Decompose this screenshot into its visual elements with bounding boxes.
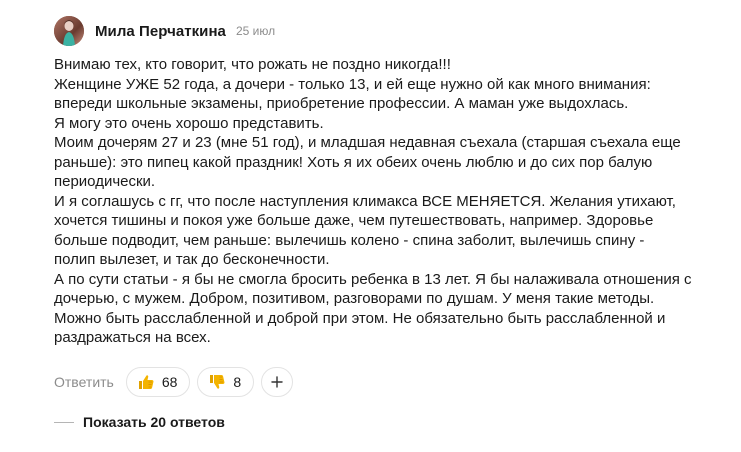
reply-button[interactable]: Ответить bbox=[54, 374, 114, 390]
comment-line: раздражаться на всех. bbox=[54, 329, 211, 346]
comment-line: дочерью, с мужем. Добром, позитивом, раз… bbox=[54, 290, 655, 307]
comment-header: Мила Перчаткина 25 июл bbox=[54, 13, 275, 49]
comment-line: Женщине УЖЕ 52 года, а дочери - только 1… bbox=[54, 75, 651, 93]
like-button[interactable]: 68 bbox=[125, 367, 191, 397]
comment-line: Моим дочерям 27 и 23 (мне 51 год), и мла… bbox=[54, 134, 681, 151]
comment-line: А по сути статьи - я бы не смогла бросит… bbox=[54, 270, 692, 288]
replies-divider-line bbox=[54, 421, 74, 423]
comment-line: Можно быть расслабленной и доброй при эт… bbox=[54, 309, 666, 327]
comment-line: периодически. bbox=[54, 173, 156, 190]
author-name[interactable]: Мила Перчаткина bbox=[95, 23, 226, 40]
like-count: 68 bbox=[161, 374, 178, 390]
comment-line: хочется тишины и покоя уже больше даже, … bbox=[54, 212, 654, 229]
show-replies-button[interactable]: Показать 20 ответов bbox=[54, 411, 225, 433]
thumbs-down-icon bbox=[208, 373, 226, 391]
comment-line: Я могу это очень хорошо представить. bbox=[54, 114, 324, 132]
comment-line: Внимаю тех, кто говорит, что рожать не п… bbox=[54, 56, 451, 73]
comment-date: 25 июл bbox=[235, 24, 276, 38]
add-reaction-button[interactable] bbox=[261, 367, 294, 397]
comment-line: И я соглашусь с гг, что после наступлени… bbox=[54, 192, 676, 210]
dislike-button[interactable]: 8 bbox=[197, 367, 255, 397]
comment-card: Мила Перчаткина 25 июл Внимаю тех, кто г… bbox=[0, 0, 741, 452]
comment-line: больше подводит, чем раньше: вылечишь ко… bbox=[54, 231, 645, 249]
plus-icon bbox=[271, 372, 283, 393]
avatar-image bbox=[54, 16, 84, 46]
comment-line: полип вылезет, и так до бесконечности. bbox=[54, 251, 330, 268]
comment-line: впереди школьные экзамены, приобретение … bbox=[54, 95, 629, 112]
comment-text: Внимаю тех, кто говорит, что рожать не п… bbox=[54, 55, 734, 348]
show-replies-label: Показать 20 ответов bbox=[83, 414, 225, 430]
dislike-count: 8 bbox=[233, 374, 242, 390]
comment-line: раньше): это пипец какой праздник! Хоть … bbox=[54, 153, 653, 171]
avatar[interactable] bbox=[54, 16, 84, 46]
comment-actions: Ответить 68 8 bbox=[54, 366, 294, 398]
thumbs-up-icon bbox=[137, 373, 155, 391]
